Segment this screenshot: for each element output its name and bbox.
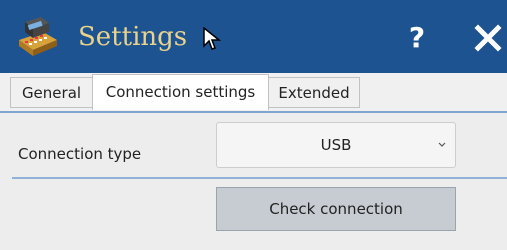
connection-type-dropdown[interactable]: USB — [216, 122, 456, 168]
calculator-register-icon — [19, 17, 57, 56]
tab-general[interactable]: General — [10, 77, 93, 108]
tab-extended[interactable]: Extended — [268, 77, 360, 108]
window-title: Settings — [78, 22, 188, 52]
mouse-cursor-icon — [203, 27, 221, 50]
section-divider — [12, 177, 507, 179]
connection-type-label: Connection type — [18, 145, 142, 163]
check-connection-button[interactable]: Check connection — [216, 187, 456, 231]
title-bar: Settings ? — [0, 0, 507, 73]
help-button[interactable]: ? — [402, 20, 432, 56]
tab-strip: General Connection settings Extended — [0, 73, 507, 113]
chevron-down-icon — [438, 142, 446, 147]
close-icon[interactable] — [470, 20, 507, 56]
tab-connection-settings[interactable]: Connection settings — [92, 74, 269, 110]
connection-type-value: USB — [320, 136, 352, 154]
